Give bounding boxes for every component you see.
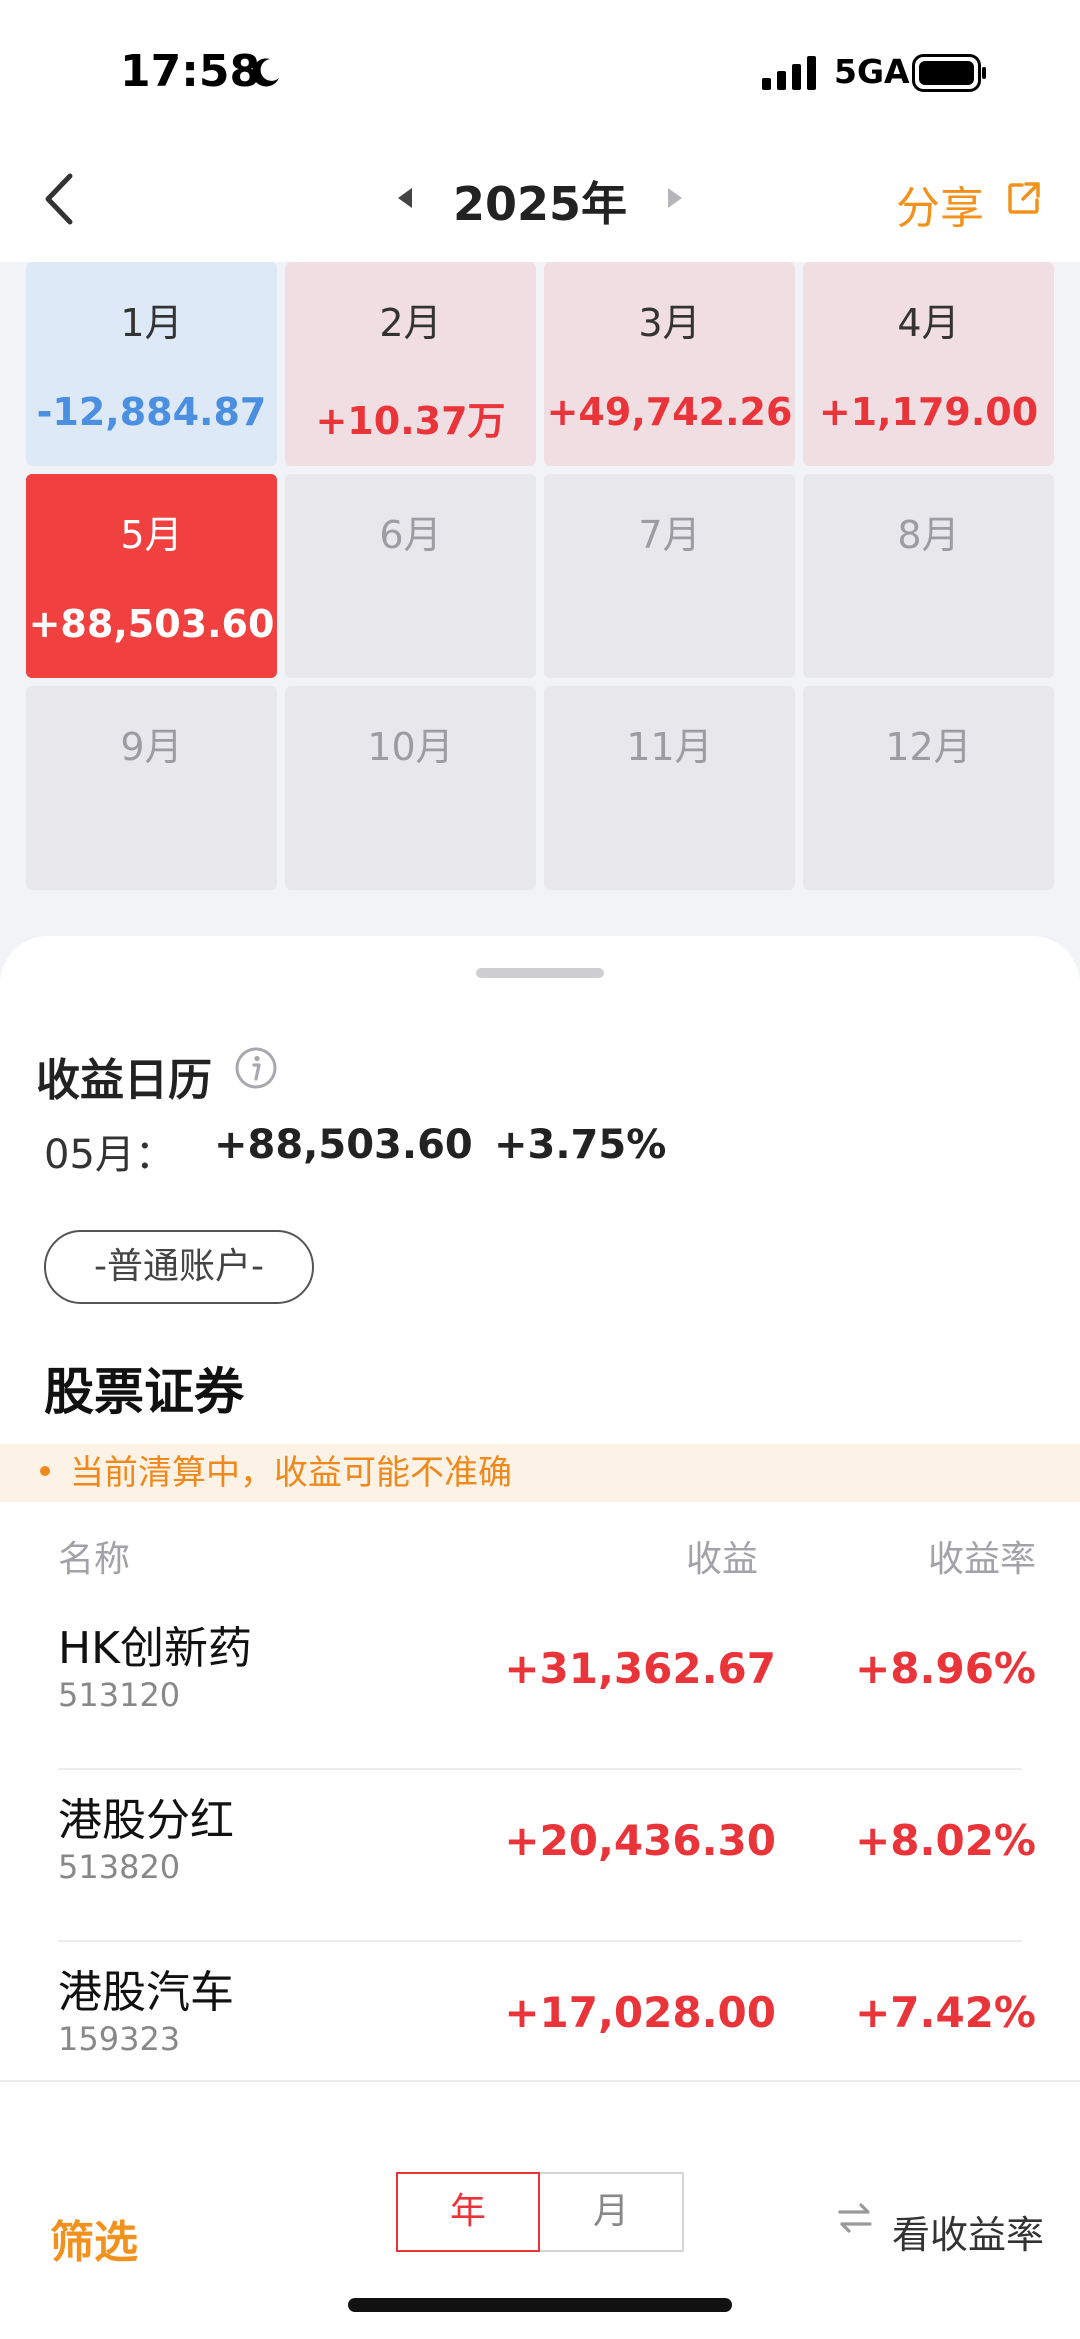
row-divider: [58, 1768, 1022, 1770]
month-value: +49,742.26: [546, 390, 793, 434]
row-divider: [58, 1940, 1022, 1942]
next-year-icon[interactable]: [664, 186, 686, 210]
stock-name: HK创新药: [58, 1623, 252, 1674]
summary-amount: +88,503.60: [214, 1122, 473, 1168]
sheet-drag-handle[interactable]: [476, 968, 604, 978]
summary-month-label: 05月：: [44, 1132, 175, 1178]
stock-code: 513820: [58, 1848, 181, 1886]
bottom-toolbar: 筛选 年 月 看收益率: [0, 2080, 1080, 2339]
stock-code: 513120: [58, 1676, 181, 1714]
month-grid: 1月 -12,884.87 2月 +10.37万 3月 +49,742.26 4月 +1,17…: [26, 262, 1054, 890]
column-header-rate[interactable]: 收益率: [928, 1530, 1036, 1582]
month-cell[interactable]: 8月: [803, 474, 1054, 678]
settlement-notice: 当前清算中，收益可能不准确: [0, 1444, 1080, 1502]
view-rate-button[interactable]: 看收益率: [892, 2204, 1044, 2259]
back-arrow-icon[interactable]: [38, 168, 82, 230]
period-year-button[interactable]: 年: [396, 2172, 540, 2252]
month-cell[interactable]: 10月: [285, 686, 536, 890]
stock-rate: +7.42%: [855, 1988, 1036, 2037]
period-month-button[interactable]: 月: [540, 2172, 684, 2252]
section-title: 股票证券: [44, 1363, 244, 1421]
moon-icon: [252, 58, 279, 87]
month-value: +88,503.60: [28, 602, 275, 646]
month-label: 11月: [626, 725, 713, 769]
month-cell[interactable]: 4月 +1,179.00: [803, 262, 1054, 466]
home-indicator: [348, 2298, 732, 2312]
stock-name: 港股汽车: [58, 1967, 234, 2018]
share-button[interactable]: 分享: [896, 172, 984, 236]
share-icon[interactable]: [1006, 180, 1042, 216]
stock-profit: +17,028.00: [504, 1988, 776, 2037]
month-label: 5月: [120, 513, 183, 557]
month-cell[interactable]: 12月: [803, 686, 1054, 890]
stock-name: 港股分红: [58, 1795, 234, 1846]
month-cell[interactable]: 1月 -12,884.87: [26, 262, 277, 466]
stock-profit: +20,436.30: [504, 1816, 776, 1865]
calendar-title: 收益日历: [36, 1055, 212, 1106]
stock-rate: +8.02%: [855, 1816, 1036, 1865]
swap-icon[interactable]: [836, 2200, 874, 2236]
month-label: 8月: [897, 513, 960, 557]
signal-icon: [762, 56, 816, 90]
nav-bar: 2025年 分享: [0, 150, 1080, 262]
month-value: -12,884.87: [36, 390, 267, 434]
year-title: 2025年: [452, 177, 628, 231]
month-label: 1月: [120, 301, 183, 345]
month-cell[interactable]: 6月: [285, 474, 536, 678]
month-label: 6月: [379, 513, 442, 557]
table-row[interactable]: 港股分红 513820 +20,436.30 +8.02%: [0, 1772, 1080, 1942]
month-label: 9月: [120, 725, 183, 769]
month-cell[interactable]: 3月 +49,742.26: [544, 262, 795, 466]
stock-rate: +8.96%: [855, 1644, 1036, 1693]
account-selector[interactable]: -普通账户-: [44, 1230, 314, 1304]
month-cell[interactable]: 9月: [26, 686, 277, 890]
status-bar: 17:58 5GA: [0, 0, 1080, 150]
column-header-profit[interactable]: 收益: [686, 1530, 758, 1582]
prev-year-icon[interactable]: [394, 186, 416, 210]
stock-code: 159323: [58, 2020, 181, 2058]
month-cell[interactable]: 5月 +88,503.60: [26, 474, 277, 678]
month-label: 7月: [638, 513, 701, 557]
month-cell[interactable]: 11月: [544, 686, 795, 890]
month-label: 12月: [885, 725, 972, 769]
month-value: +10.37万: [315, 399, 506, 443]
month-cell[interactable]: 7月: [544, 474, 795, 678]
month-label: 3月: [638, 301, 701, 345]
stock-profit: +31,362.67: [504, 1644, 776, 1693]
month-label: 10月: [367, 725, 454, 769]
period-toggle: 年 月: [396, 2172, 684, 2252]
month-value: +1,179.00: [818, 390, 1039, 434]
info-icon[interactable]: [234, 1046, 278, 1090]
month-label: 4月: [897, 301, 960, 345]
summary-rate: +3.75%: [494, 1122, 667, 1168]
filter-button[interactable]: 筛选: [50, 2206, 138, 2270]
month-label: 2月: [379, 301, 442, 345]
network-type: 5GA: [834, 52, 910, 91]
notice-dot-icon: [40, 1465, 50, 1476]
battery-icon: [912, 54, 986, 92]
month-cell[interactable]: 2月 +10.37万: [285, 262, 536, 466]
column-header-name: 名称: [58, 1539, 131, 1580]
table-row[interactable]: HK创新药 513120 +31,362.67 +8.96%: [0, 1600, 1080, 1770]
status-time: 17:58: [120, 46, 261, 97]
notice-text: 当前清算中，收益可能不准确: [70, 1453, 512, 1493]
